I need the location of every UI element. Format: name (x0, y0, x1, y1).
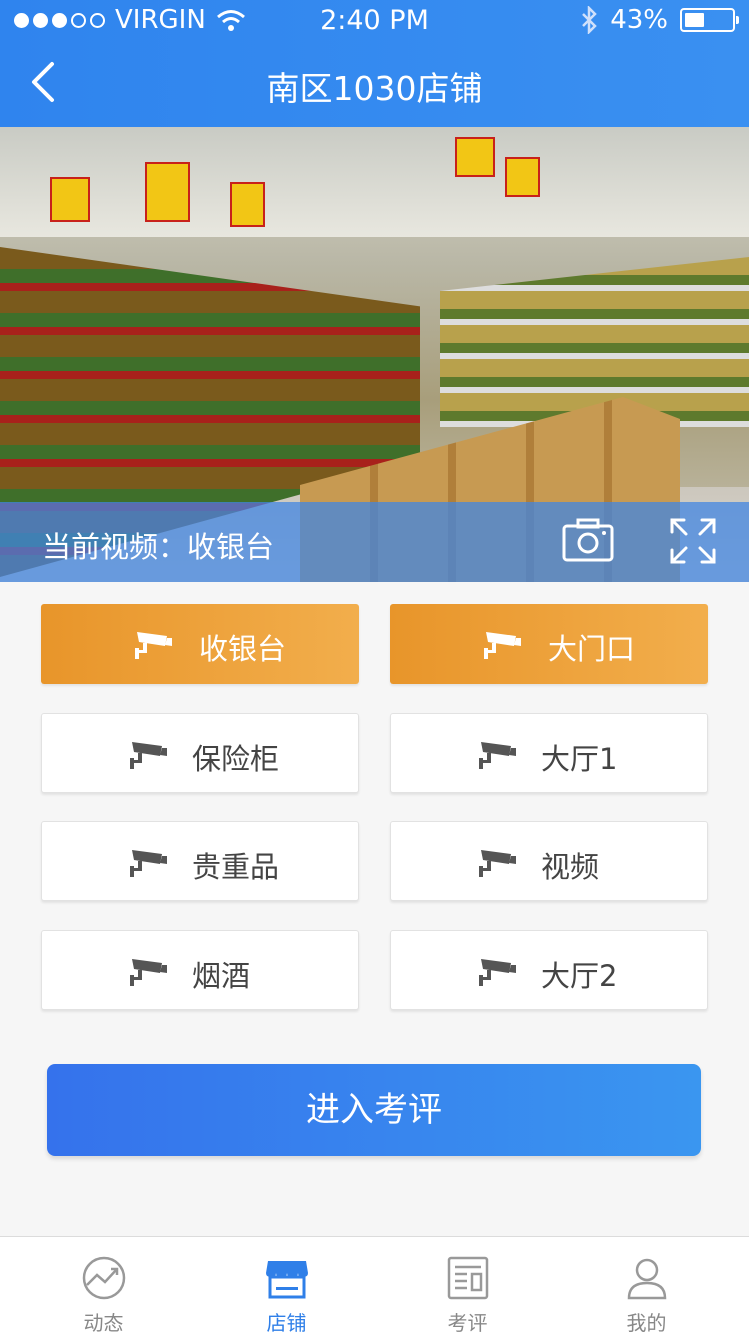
camera-button-label: 收银台 (199, 632, 287, 666)
battery-fill (685, 13, 704, 27)
camera-button[interactable]: 大厅2 (390, 930, 708, 1010)
camera-button[interactable]: 贵重品 (41, 821, 359, 901)
fullscreen-icon[interactable] (668, 516, 718, 566)
page-title: 南区1030店铺 (266, 69, 483, 108)
status-bar: VIRGIN 2:40 PM 43% (0, 0, 749, 40)
video-sign (50, 177, 90, 222)
camera-button[interactable]: 大门口 (390, 604, 708, 684)
trend-icon (82, 1256, 126, 1300)
video-sign (145, 162, 190, 222)
battery-label: 43% (610, 5, 668, 35)
camera-button-label: 大厅1 (541, 742, 618, 776)
camera-button[interactable]: 视频 (390, 821, 708, 901)
cctv-camera-icon (130, 959, 167, 986)
cctv-camera-icon (135, 632, 172, 659)
cctv-camera-icon (130, 742, 167, 769)
header: VIRGIN 2:40 PM 43% 南区1030店铺 (0, 0, 749, 127)
video-player[interactable]: 当前视频：收银台 (0, 127, 749, 582)
camera-button-label: 大门口 (548, 632, 636, 666)
tab-bar: 动态 店铺 考评 我的 (0, 1236, 749, 1334)
cctv-camera-icon (479, 742, 516, 769)
camera-icon[interactable] (560, 516, 616, 566)
video-overlay: 当前视频：收银台 (0, 502, 749, 582)
video-ceiling (0, 127, 749, 237)
camera-button-label: 保险柜 (192, 742, 280, 776)
camera-button[interactable]: 收银台 (41, 604, 359, 684)
camera-button[interactable]: 大厅1 (390, 713, 708, 793)
cctv-camera-icon (479, 959, 516, 986)
cctv-camera-icon (479, 850, 516, 877)
bluetooth-icon (582, 6, 597, 34)
store-icon (266, 1261, 308, 1299)
camera-button-label: 大厅2 (541, 959, 618, 993)
camera-button[interactable]: 保险柜 (41, 713, 359, 793)
cctv-camera-icon (484, 632, 521, 659)
camera-button-label: 视频 (541, 850, 600, 884)
battery-icon (680, 8, 739, 32)
tab-label: 店铺 (266, 1311, 307, 1334)
tab-label: 我的 (626, 1311, 667, 1334)
cctv-camera-icon (130, 850, 167, 877)
enter-review-button[interactable]: 进入考评 (47, 1064, 701, 1156)
video-shelf-right (440, 257, 749, 427)
tab-review[interactable]: 考评 (374, 1237, 561, 1334)
video-sign (230, 182, 265, 227)
report-icon (447, 1256, 489, 1300)
tab-label: 考评 (447, 1311, 488, 1334)
current-video-label: 当前视频：收银台 (42, 530, 275, 564)
camera-button-label: 烟酒 (192, 959, 251, 993)
tab-dynamics[interactable]: 动态 (10, 1237, 197, 1334)
tab-mine[interactable]: 我的 (553, 1237, 740, 1334)
tab-label: 动态 (83, 1311, 124, 1334)
status-right: 43% (580, 5, 739, 35)
video-sign (455, 137, 495, 177)
user-icon (627, 1258, 667, 1300)
camera-button[interactable]: 烟酒 (41, 930, 359, 1010)
camera-button-label: 贵重品 (192, 850, 280, 884)
tab-store[interactable]: 店铺 (193, 1237, 380, 1334)
video-sign (505, 157, 540, 197)
